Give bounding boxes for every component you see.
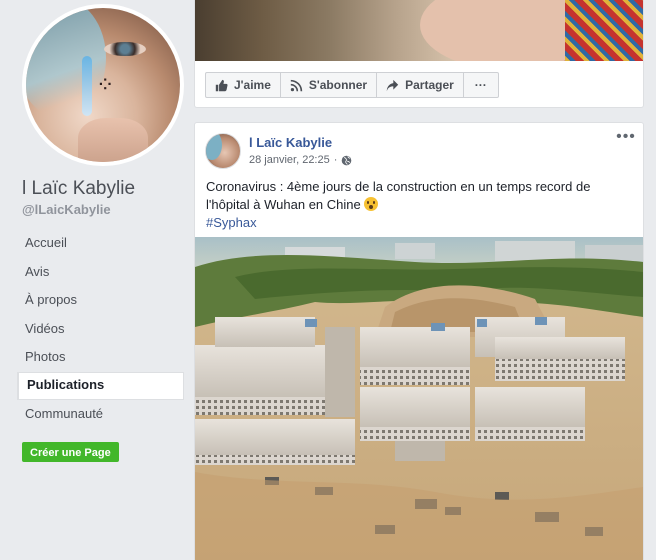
share-arrow-icon — [386, 79, 399, 91]
subscribe-button[interactable]: S'abonner — [280, 72, 378, 98]
share-button[interactable]: Partager — [377, 72, 464, 98]
page-handle[interactable]: @lLaicKabylie — [22, 202, 111, 217]
left-column: ⁘ l Laïc Kabylie @lLaicKabylie Accueil A… — [0, 0, 190, 560]
nav-item-communaute[interactable]: Communauté — [17, 400, 184, 429]
post-author-name[interactable]: l Laïc Kabylie — [249, 135, 332, 150]
nav-item-publications[interactable]: Publications — [17, 371, 184, 400]
previous-post-card: J'aime S'abonner Partager ··· — [194, 0, 644, 108]
meta-separator: · — [333, 154, 338, 166]
page-nav: Accueil Avis À propos Vidéos Photos Publ… — [17, 229, 184, 429]
post-meta: 28 janvier, 22:25 · — [249, 154, 352, 166]
subscribe-label: S'abonner — [308, 78, 368, 92]
post-text: Coronavirus : 4ème jours de la construct… — [206, 178, 636, 232]
rss-icon — [290, 79, 303, 91]
hashtag-link[interactable]: #Syphax — [206, 215, 257, 230]
post-body: Coronavirus : 4ème jours de la construct… — [206, 179, 591, 212]
profile-picture-image: ⁘ — [26, 8, 180, 162]
previous-post-photo[interactable] — [195, 0, 643, 61]
nav-item-accueil[interactable]: Accueil — [17, 229, 184, 258]
nav-item-a-propos[interactable]: À propos — [17, 286, 184, 315]
nav-item-photos[interactable]: Photos — [17, 343, 184, 372]
like-label: J'aime — [234, 78, 271, 92]
create-page-button[interactable]: Créer une Page — [22, 442, 119, 462]
more-options-label: ··· — [474, 78, 487, 92]
astonished-face-emoji — [364, 197, 379, 211]
hospital-construction-photo — [195, 237, 643, 560]
post-options-button[interactable]: ••• — [615, 129, 637, 149]
thumbs-up-icon — [215, 79, 228, 91]
nav-item-avis[interactable]: Avis — [17, 258, 184, 287]
page-actions: J'aime S'abonner Partager ··· — [205, 72, 499, 98]
nav-item-videos[interactable]: Vidéos — [17, 315, 184, 344]
like-page-button[interactable]: J'aime — [205, 72, 281, 98]
post-timestamp[interactable]: 28 janvier, 22:25 — [249, 154, 330, 166]
share-label: Partager — [405, 78, 454, 92]
post-photo[interactable] — [195, 237, 643, 560]
post-card: l Laïc Kabylie 28 janvier, 22:25 · ••• C… — [194, 122, 644, 560]
globe-icon — [342, 155, 352, 165]
profile-picture[interactable]: ⁘ — [22, 4, 184, 166]
more-options-button[interactable]: ··· — [463, 72, 499, 98]
post-author-avatar[interactable] — [205, 133, 241, 169]
page-name[interactable]: l Laïc Kabylie — [22, 178, 135, 200]
